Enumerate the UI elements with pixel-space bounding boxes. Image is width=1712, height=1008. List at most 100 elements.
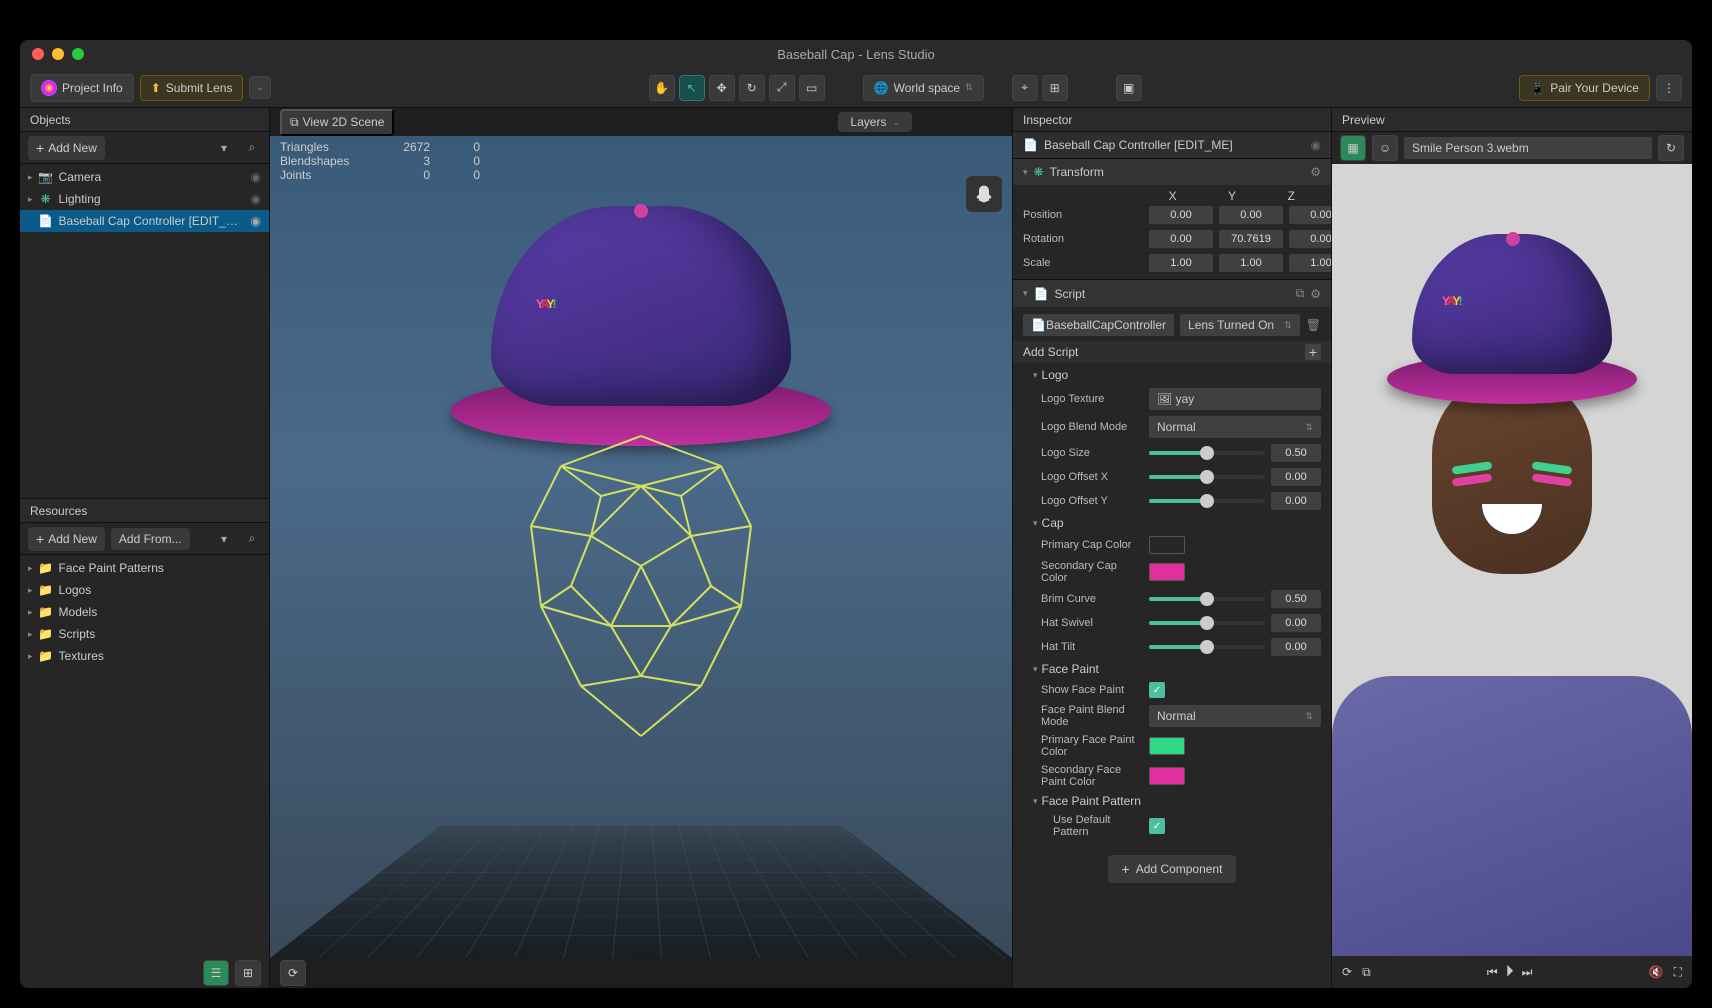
grid-view-icon[interactable]: ⊞ <box>235 960 261 986</box>
move-tool-icon[interactable]: ✥ <box>709 75 735 101</box>
snapchat-ghost-icon[interactable] <box>966 176 1002 212</box>
screenshot-icon[interactable]: ⟳ <box>1342 965 1352 979</box>
script-controller-field[interactable]: 📄 BaseballCapController <box>1023 314 1174 336</box>
pair-device-button[interactable]: 📱 Pair Your Device <box>1519 75 1650 101</box>
resource-folder[interactable]: ▸📁Models <box>20 601 269 623</box>
scale-z-input[interactable] <box>1289 254 1332 272</box>
facepaint-group[interactable]: ▾Face Paint <box>1013 659 1331 679</box>
inspector-object-name: 📄 Baseball Cap Controller [EDIT_ME] ◉ <box>1013 132 1331 158</box>
fullscreen-icon[interactable]: ⛶ <box>1674 965 1682 980</box>
prev-frame-icon[interactable]: ⏮ <box>1487 965 1498 980</box>
logo-size-slider[interactable] <box>1149 451 1265 455</box>
facepaint-primary-color[interactable] <box>1149 737 1185 755</box>
brim-curve-input[interactable] <box>1271 590 1321 608</box>
rotation-y-input[interactable] <box>1219 230 1283 248</box>
scale-tool-icon[interactable]: ⤢ <box>769 75 795 101</box>
tree-item-camera[interactable]: ▸📷 Camera ◉ <box>20 166 269 188</box>
grid-icon[interactable]: ⊞ <box>1042 75 1068 101</box>
next-frame-icon[interactable]: ⏭ <box>1522 965 1533 980</box>
more-icon[interactable]: ⋮ <box>1656 75 1682 101</box>
3d-viewport[interactable]: YAY! <box>270 136 1012 958</box>
visibility-icon[interactable]: ◉ <box>251 170 261 184</box>
rotate-tool-icon[interactable]: ↻ <box>739 75 765 101</box>
maximize-window[interactable] <box>72 48 84 60</box>
gear-icon[interactable]: ⚙ <box>1310 165 1321 179</box>
add-script-button[interactable]: + <box>1305 344 1321 360</box>
copy-icon[interactable]: ⧉ <box>1296 286 1305 301</box>
preview-source-dropdown[interactable]: Smile Person 3.webm <box>1404 137 1652 159</box>
viewport-link-icon[interactable]: ⟳ <box>280 960 306 986</box>
search-icon[interactable]: ⌕ <box>243 530 261 548</box>
visibility-icon[interactable]: ◉ <box>1311 138 1321 152</box>
console-icon[interactable]: ▣ <box>1116 75 1142 101</box>
pan-tool-icon[interactable]: ✋ <box>649 75 675 101</box>
gear-icon[interactable]: ⚙ <box>1310 287 1321 301</box>
delete-icon[interactable]: 🗑 <box>1306 318 1321 332</box>
hat-tilt-input[interactable] <box>1271 638 1321 656</box>
capture-icon[interactable]: ⧉ <box>1362 965 1371 980</box>
cap-secondary-color[interactable] <box>1149 563 1185 581</box>
snap-icon[interactable]: ⌖ <box>1012 75 1038 101</box>
submit-lens-button[interactable]: ⬆ Submit Lens <box>140 75 244 101</box>
scale-x-input[interactable] <box>1149 254 1213 272</box>
select-tool-icon[interactable]: ↖ <box>679 75 705 101</box>
logo-offx-slider[interactable] <box>1149 475 1265 479</box>
logo-blend-dropdown[interactable]: Normal⇅ <box>1149 416 1321 438</box>
objects-add-new-button[interactable]: +Add New <box>28 136 105 160</box>
rotation-x-input[interactable] <box>1149 230 1213 248</box>
play-icon[interactable]: ⏵ <box>1506 963 1514 981</box>
filter-icon[interactable]: ▾ <box>215 530 233 548</box>
hat-tilt-slider[interactable] <box>1149 645 1265 649</box>
scale-y-input[interactable] <box>1219 254 1283 272</box>
logo-offy-slider[interactable] <box>1149 499 1265 503</box>
script-event-dropdown[interactable]: Lens Turned On⇅ <box>1180 314 1300 336</box>
minimize-window[interactable] <box>52 48 64 60</box>
rotation-z-input[interactable] <box>1289 230 1332 248</box>
visibility-icon[interactable]: ◉ <box>251 214 261 228</box>
list-view-icon[interactable]: ☰ <box>203 960 229 986</box>
tree-item-lighting[interactable]: ▸❋ Lighting ◉ <box>20 188 269 210</box>
world-space-dropdown[interactable]: 🌐 World space ⇅ <box>863 75 984 101</box>
show-facepaint-checkbox[interactable]: ✓ <box>1149 682 1165 698</box>
facepaint-blend-dropdown[interactable]: Normal⇅ <box>1149 705 1321 727</box>
position-y-input[interactable] <box>1219 206 1283 224</box>
position-x-input[interactable] <box>1149 206 1213 224</box>
hat-swivel-input[interactable] <box>1271 614 1321 632</box>
rect-tool-icon[interactable]: ▭ <box>799 75 825 101</box>
resource-folder[interactable]: ▸📁Face Paint Patterns <box>20 557 269 579</box>
tree-item-controller[interactable]: ▸📄 Baseball Cap Controller [EDIT_ME] ◉ <box>20 210 269 232</box>
resource-folder[interactable]: ▸📁Scripts <box>20 623 269 645</box>
mute-icon[interactable]: 🔇 <box>1649 965 1664 979</box>
preview-face-icon[interactable]: ☺ <box>1372 135 1398 161</box>
visibility-icon[interactable]: ◉ <box>251 192 261 206</box>
resource-folder[interactable]: ▸📁Textures <box>20 645 269 667</box>
submit-lens-dropdown[interactable]: ⌄ <box>249 76 271 99</box>
logo-texture-field[interactable]: 🖼 yay <box>1149 388 1321 410</box>
refresh-icon[interactable]: ↻ <box>1658 135 1684 161</box>
transform-section-header[interactable]: ▾❋ Transform ⚙ <box>1013 159 1331 185</box>
hat-swivel-slider[interactable] <box>1149 621 1265 625</box>
script-section-header[interactable]: ▾📄 Script ⧉ ⚙ <box>1013 280 1331 307</box>
position-z-input[interactable] <box>1289 206 1332 224</box>
search-icon[interactable]: ⌕ <box>243 139 261 157</box>
logo-offy-input[interactable] <box>1271 492 1321 510</box>
facepaint-secondary-color[interactable] <box>1149 767 1185 785</box>
resources-add-from-button[interactable]: Add From... <box>111 528 190 550</box>
filter-icon[interactable]: ▾ <box>215 139 233 157</box>
view-2d-button[interactable]: ⧉ View 2D Scene <box>280 109 394 136</box>
add-component-button[interactable]: +Add Component <box>1108 855 1237 883</box>
default-pattern-checkbox[interactable]: ✓ <box>1149 818 1165 834</box>
cap-primary-color[interactable] <box>1149 536 1185 554</box>
resource-folder[interactable]: ▸📁Logos <box>20 579 269 601</box>
preview-mode-icon[interactable]: ▦ <box>1340 135 1366 161</box>
facepaint-pattern-group[interactable]: ▾Face Paint Pattern <box>1013 791 1331 811</box>
brim-curve-slider[interactable] <box>1149 597 1265 601</box>
logo-group[interactable]: ▾Logo <box>1013 365 1331 385</box>
project-info-button[interactable]: Project Info <box>30 74 134 102</box>
logo-offx-input[interactable] <box>1271 468 1321 486</box>
close-window[interactable] <box>32 48 44 60</box>
layers-dropdown[interactable]: Layers⌄ <box>838 112 912 132</box>
resources-add-new-button[interactable]: +Add New <box>28 527 105 551</box>
logo-size-input[interactable] <box>1271 444 1321 462</box>
cap-group[interactable]: ▾Cap <box>1013 513 1331 533</box>
